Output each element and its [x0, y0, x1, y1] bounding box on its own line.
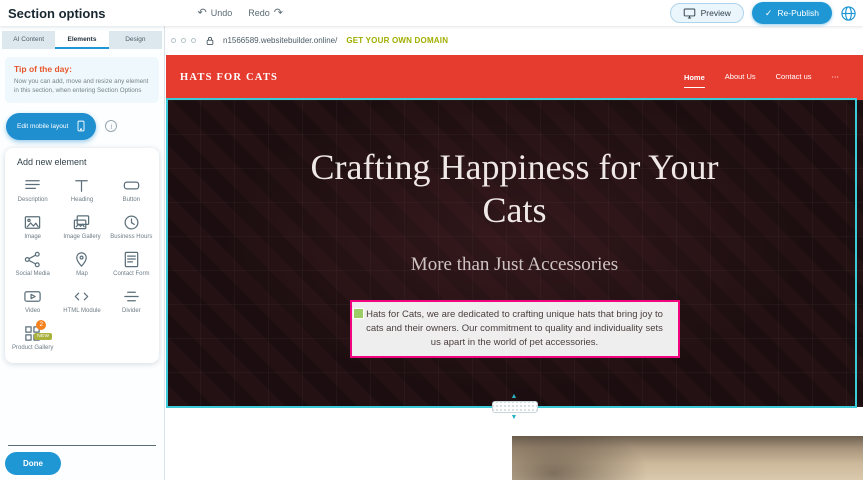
element-grid: Description Heading Button Image Image G…	[8, 176, 156, 353]
video-icon	[23, 287, 42, 306]
lock-icon	[205, 35, 215, 46]
done-button[interactable]: Done	[5, 452, 61, 475]
element-contact-form[interactable]: Contact Form	[107, 250, 156, 278]
image-icon	[23, 213, 42, 232]
window-dot-3	[191, 38, 196, 43]
browser-address-bar: n1566589.websitebuilder.online/ GET YOUR…	[166, 29, 863, 52]
sidebar: AI Content Elements Design Tip of the da…	[0, 26, 165, 480]
globe-language-icon[interactable]	[840, 5, 857, 22]
edit-mobile-row: Edit mobile layout i	[6, 113, 158, 140]
preview-button[interactable]: Preview	[670, 3, 744, 23]
get-your-own-domain-link[interactable]: GET YOUR OWN DOMAIN	[346, 36, 448, 45]
element-divider[interactable]: Divider	[107, 287, 156, 315]
button-icon	[122, 176, 141, 195]
monitor-icon	[683, 7, 696, 20]
nav-more-menu[interactable]: ⋯	[832, 72, 840, 83]
site-nav: Home About Us Contact us ⋯	[684, 72, 839, 83]
tip-body: Now you can add, move and resize any ele…	[14, 78, 150, 96]
nav-home[interactable]: Home	[684, 73, 705, 88]
page-title: Section options	[8, 6, 106, 21]
social-media-icon	[23, 250, 42, 269]
element-map[interactable]: Map	[57, 250, 106, 278]
site-logo[interactable]: HATS FOR CATS	[180, 72, 278, 83]
redo-icon: ↷	[274, 8, 283, 19]
site-url: n1566589.websitebuilder.online/	[223, 36, 337, 45]
phone-icon	[75, 119, 87, 133]
element-social-media[interactable]: Social Media	[8, 250, 57, 278]
hero-heading[interactable]: Crafting Happiness for Your Cats	[290, 146, 740, 232]
edit-mobile-layout-button[interactable]: Edit mobile layout	[6, 113, 96, 140]
info-icon[interactable]: i	[105, 120, 117, 132]
undo-icon: ↶	[198, 8, 207, 19]
notification-count-badge: 2	[36, 320, 46, 330]
site-header: HATS FOR CATS Home About Us Contact us ⋯	[166, 55, 863, 100]
description-icon	[23, 176, 42, 195]
hero-paragraph: Hats for Cats, we are dedicated to craft…	[362, 308, 668, 349]
map-pin-icon	[72, 250, 91, 269]
divider-icon	[122, 287, 141, 306]
window-dot-1	[171, 38, 176, 43]
section-resize-handle[interactable]	[492, 401, 538, 413]
tab-design[interactable]: Design	[109, 31, 162, 49]
element-business-hours[interactable]: Business Hours	[107, 213, 156, 241]
heading-icon	[72, 176, 91, 195]
topbar: Section options ↶ Undo Redo ↷ Preview ✓ …	[0, 0, 863, 26]
element-heading[interactable]: Heading	[57, 176, 106, 204]
tip-title: Tip of the day:	[14, 64, 150, 74]
tab-ai-content[interactable]: AI Content	[2, 31, 55, 49]
topbar-actions: Preview ✓ Re-Publish	[670, 2, 857, 24]
tab-elements[interactable]: Elements	[55, 31, 108, 49]
cat-photo	[512, 436, 863, 480]
window-dot-2	[181, 38, 186, 43]
element-description[interactable]: Description	[8, 176, 57, 204]
undo-redo-group: ↶ Undo Redo ↷	[198, 8, 283, 19]
republish-button[interactable]: ✓ Re-Publish	[752, 2, 832, 24]
add-new-element-title: Add new element	[17, 157, 156, 167]
element-button[interactable]: Button	[107, 176, 156, 204]
republish-label: Re-Publish	[777, 8, 819, 18]
element-html-module[interactable]: HTML Module	[57, 287, 106, 315]
tip-of-the-day-card: Tip of the day: Now you can add, move an…	[5, 57, 159, 103]
element-video[interactable]: Video	[8, 287, 57, 315]
element-image-gallery[interactable]: Image Gallery	[57, 213, 106, 241]
business-hours-icon	[122, 213, 141, 232]
undo-label: Undo	[211, 8, 233, 18]
nav-contact-us[interactable]: Contact us	[776, 72, 812, 83]
element-drag-handle[interactable]	[353, 308, 364, 319]
sidebar-tabs: AI Content Elements Design	[2, 31, 162, 49]
html-code-icon	[72, 287, 91, 306]
add-new-element-panel: Add new element Description Heading Butt…	[5, 148, 159, 363]
redo-label: Redo	[248, 8, 270, 18]
contact-form-icon	[122, 250, 141, 269]
preview-label: Preview	[701, 8, 731, 18]
selected-paragraph-element[interactable]: Hats for Cats, we are dedicated to craft…	[350, 300, 680, 357]
edit-mobile-label: Edit mobile layout	[17, 123, 68, 130]
nav-about-us[interactable]: About Us	[725, 72, 756, 83]
image-gallery-icon	[72, 213, 91, 232]
element-image[interactable]: Image	[8, 213, 57, 241]
website-builder-app: Section options ↶ Undo Redo ↷ Preview ✓ …	[0, 0, 863, 480]
redo-button[interactable]: Redo ↷	[248, 8, 283, 19]
sidebar-divider	[8, 445, 156, 446]
element-product-gallery[interactable]: 2 NEW Product Gallery	[8, 324, 57, 352]
new-badge: NEW	[34, 333, 52, 340]
site-preview-pane: n1566589.websitebuilder.online/ GET YOUR…	[166, 26, 863, 480]
hero-subheading[interactable]: More than Just Accessories	[411, 254, 618, 276]
check-icon: ✓	[765, 8, 773, 19]
next-section	[166, 436, 863, 480]
hero-section[interactable]: Crafting Happiness for Your Cats More th…	[166, 100, 863, 407]
undo-button[interactable]: ↶ Undo	[198, 8, 233, 19]
